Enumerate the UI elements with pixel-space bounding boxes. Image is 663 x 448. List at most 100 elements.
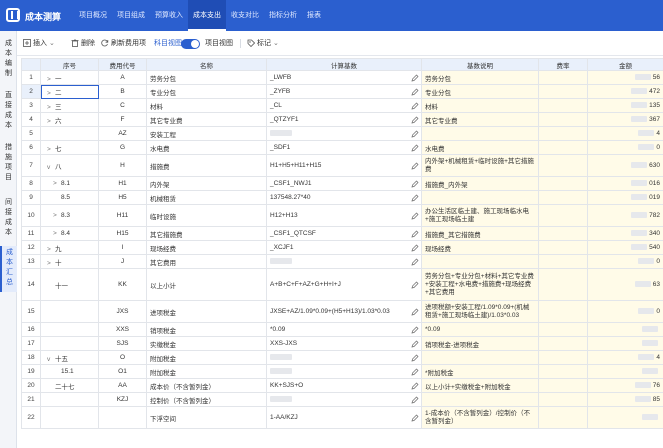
cell-formula[interactable]: _LWFB: [266, 70, 422, 85]
cell-formula[interactable]: _XCJF1: [266, 240, 422, 255]
cell-seq[interactable]: >8.1: [40, 176, 99, 191]
cell-name[interactable]: 控制价（不含暂列金）: [146, 392, 267, 407]
table-row[interactable]: 19 15.1 O1 附加税金 *附加税金: [21, 364, 663, 379]
table-row[interactable]: 13 > 十 J 其它费用 0: [21, 254, 663, 269]
cell-seq[interactable]: [40, 322, 99, 337]
cell-seq[interactable]: [40, 300, 99, 323]
cell-rate[interactable]: [538, 336, 588, 351]
cell-rate[interactable]: [538, 350, 588, 365]
cell-seq[interactable]: 二十七: [40, 378, 99, 393]
cell-formula[interactable]: H1+H5+H11+H15: [266, 154, 422, 177]
cell-basis[interactable]: 销项税金-进项税金: [421, 336, 539, 351]
cell-basis[interactable]: 材料: [421, 98, 539, 113]
cell-name[interactable]: 材料: [146, 98, 267, 113]
cell-formula[interactable]: JXSE+AZ/1.09*0.09+(H5+H13)/1.03*0.03: [266, 300, 422, 323]
cell-formula[interactable]: [266, 392, 422, 407]
table-row[interactable]: 17 SJS 实缴税金 XXS-JXS 销项税金-进项税金: [21, 336, 663, 351]
cell-name[interactable]: 内外架: [146, 176, 267, 191]
cell-basis[interactable]: 进项税额+安装工程/1.09*0.09+(机械租赁+施工现场临土建)/1.03*…: [421, 300, 539, 323]
edit-pencil-icon[interactable]: [411, 194, 419, 202]
edit-pencil-icon[interactable]: [411, 244, 419, 252]
cell-basis[interactable]: 内外架+机械租赁+临时设施+其它措施费: [421, 154, 539, 177]
cell-seq[interactable]: [40, 406, 99, 429]
cell-formula[interactable]: _CL: [266, 98, 422, 113]
cell-name[interactable]: 机械租赁: [146, 190, 267, 205]
cell-formula[interactable]: [266, 126, 422, 141]
edit-pencil-icon[interactable]: [411, 258, 419, 266]
table-row[interactable]: 5 AZ 安装工程 4: [21, 126, 663, 141]
nav-tab[interactable]: 成本支出: [188, 0, 226, 31]
edit-pencil-icon[interactable]: [411, 340, 419, 348]
cell-rate[interactable]: [538, 112, 588, 127]
cell-code[interactable]: A: [98, 70, 147, 85]
chevron-right-icon[interactable]: >: [47, 90, 55, 97]
cell-amount[interactable]: 76: [587, 378, 663, 393]
cell-amount[interactable]: 63: [587, 268, 663, 301]
header-code[interactable]: 费用代号: [98, 58, 147, 71]
header-rate[interactable]: 费率: [538, 58, 588, 71]
edit-pencil-icon[interactable]: [411, 281, 419, 289]
cell-seq[interactable]: 15.1: [40, 364, 99, 379]
cell-seq[interactable]: >8.4: [40, 226, 99, 241]
cell-rate[interactable]: [538, 254, 588, 269]
cell-rate[interactable]: [538, 240, 588, 255]
nav-tab[interactable]: 指标分析: [264, 0, 302, 31]
cell-name[interactable]: 下浮空间: [146, 406, 267, 429]
cell-code[interactable]: H1: [98, 176, 147, 191]
cell-basis[interactable]: [421, 190, 539, 205]
cell-amount[interactable]: 4: [587, 350, 663, 365]
cell-formula[interactable]: A+B+C+F+AZ+G+H+I+J: [266, 268, 422, 301]
cell-amount[interactable]: 4: [587, 126, 663, 141]
chevron-right-icon[interactable]: >: [53, 212, 61, 219]
edit-pencil-icon[interactable]: [411, 230, 419, 238]
table-row[interactable]: 12 > 九 I 现场经费 _XCJF1 现场经费 540: [21, 240, 663, 255]
cell-code[interactable]: O1: [98, 364, 147, 379]
cell-basis[interactable]: 1-成本价（不含暂列金）/控制价（不含暂列金）: [421, 406, 539, 429]
cell-rate[interactable]: [538, 300, 588, 323]
cell-basis[interactable]: [421, 254, 539, 269]
cell-basis[interactable]: 劳务分包: [421, 70, 539, 85]
cell-formula[interactable]: _CSF1_NWJ1: [266, 176, 422, 191]
cell-amount[interactable]: 0: [587, 140, 663, 155]
cell-name[interactable]: 安装工程: [146, 126, 267, 141]
edit-pencil-icon[interactable]: [411, 396, 419, 404]
cell-basis[interactable]: 现场经费: [421, 240, 539, 255]
cell-code[interactable]: KZJ: [98, 392, 147, 407]
cell-seq[interactable]: > 七: [40, 140, 99, 155]
edit-pencil-icon[interactable]: [411, 368, 419, 376]
cell-seq[interactable]: 8.5: [40, 190, 99, 205]
nav-tab[interactable]: 预算收入: [150, 0, 188, 31]
cell-rate[interactable]: [538, 226, 588, 241]
cell-rate[interactable]: [538, 70, 588, 85]
cell-seq[interactable]: [40, 392, 99, 407]
header-formula[interactable]: 计算基数: [266, 58, 422, 71]
edit-pencil-icon[interactable]: [411, 74, 419, 82]
cell-code[interactable]: C: [98, 98, 147, 113]
cell-seq[interactable]: 十一: [40, 268, 99, 301]
cell-rate[interactable]: [538, 268, 588, 301]
chevron-down-icon[interactable]: v: [47, 164, 55, 171]
cell-code[interactable]: KK: [98, 268, 147, 301]
chevron-right-icon[interactable]: >: [47, 118, 55, 125]
cell-code[interactable]: SJS: [98, 336, 147, 351]
cell-formula[interactable]: _QTZYF1: [266, 112, 422, 127]
project-view-label[interactable]: 项目视图: [205, 38, 233, 48]
cell-code[interactable]: I: [98, 240, 147, 255]
cell-rate[interactable]: [538, 378, 588, 393]
cell-seq[interactable]: > 三: [40, 98, 99, 113]
cell-name[interactable]: 临时设施: [146, 204, 267, 227]
cell-code[interactable]: B: [98, 84, 147, 99]
header-seq[interactable]: 序号: [40, 58, 99, 71]
sidebar-item[interactable]: 直接成本: [0, 89, 17, 135]
header-name[interactable]: 名称: [146, 58, 267, 71]
cell-amount[interactable]: 135: [587, 98, 663, 113]
cell-basis[interactable]: 措施费_内外架: [421, 176, 539, 191]
cell-rate[interactable]: [538, 364, 588, 379]
header-amount[interactable]: 金额: [587, 58, 663, 71]
cell-amount[interactable]: 367: [587, 112, 663, 127]
cell-amount[interactable]: 472: [587, 84, 663, 99]
table-row[interactable]: 14 十一 KK 以上小计 A+B+C+F+AZ+G+H+I+J 劳务分包+专业分包+材料…: [21, 268, 663, 301]
cell-code[interactable]: G: [98, 140, 147, 155]
edit-pencil-icon[interactable]: [411, 88, 419, 96]
chevron-right-icon[interactable]: >: [47, 76, 55, 83]
